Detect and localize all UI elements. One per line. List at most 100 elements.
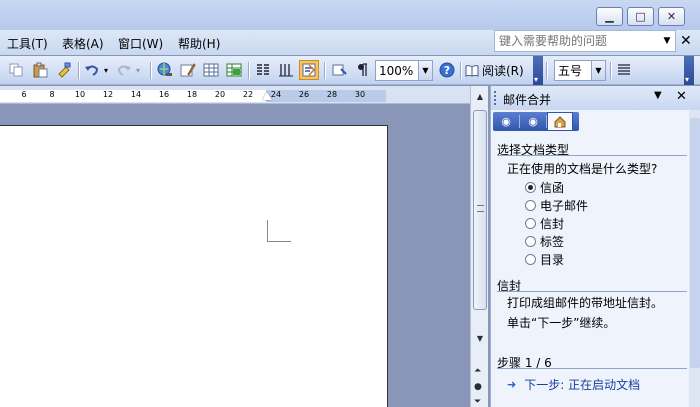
option-email[interactable]: 电子邮件	[525, 197, 588, 214]
minimize-icon: ▁	[605, 10, 614, 23]
tables-borders-icon[interactable]	[178, 60, 198, 80]
task-pane-menu-icon[interactable]: ▼	[654, 90, 662, 101]
read-button[interactable]: 阅读(R)	[465, 60, 524, 81]
option-directory[interactable]: 目录	[525, 251, 564, 268]
toolbar-options-icon[interactable]	[684, 56, 694, 85]
section-divider	[497, 291, 687, 292]
scroll-down-icon[interactable]: ▼	[472, 330, 488, 346]
book-icon	[465, 64, 479, 77]
radio[interactable]	[525, 218, 536, 229]
insert-excel-icon[interactable]	[224, 60, 244, 80]
ruler-tick-label: 24	[270, 90, 282, 99]
question-label: 正在使用的文档是什么类型?	[507, 162, 658, 176]
right-indent-marker[interactable]	[262, 92, 272, 100]
previous-page-icon[interactable]: ⏶	[474, 366, 481, 376]
next-page-icon[interactable]: ⏷	[474, 397, 481, 407]
formatting-toolbar: ▾ ▾ 100% ▼ ? 阅读(R) 五号 ▼	[0, 56, 700, 85]
ruler-tick-label: 12	[102, 90, 114, 99]
zoom-select[interactable]: 100% ▼	[375, 60, 433, 81]
document-close-icon[interactable]: ✕	[680, 33, 692, 49]
back-icon[interactable]: ◉	[493, 112, 519, 131]
columns-icon[interactable]	[253, 60, 273, 80]
ruler-tick-label: 18	[186, 90, 198, 99]
toolbar-options-icon[interactable]	[533, 56, 543, 85]
pilcrow-icon[interactable]	[352, 60, 372, 80]
radio[interactable]	[525, 200, 536, 211]
option-label: 信函	[540, 181, 565, 195]
grip-icon[interactable]	[494, 91, 496, 105]
scroll-up-icon[interactable]: ▲	[472, 88, 488, 104]
help-dropdown-icon[interactable]: ▼	[659, 31, 675, 51]
forward-icon[interactable]: ◉	[520, 112, 546, 131]
ruler-tick-label: 8	[49, 90, 55, 99]
radio-selected[interactable]	[525, 182, 536, 193]
zoom-dropdown-icon[interactable]: ▼	[418, 61, 432, 80]
ruler-tick-label: 20	[214, 90, 226, 99]
option-label: 标签	[540, 235, 565, 249]
task-pane-scrollbar[interactable]	[689, 110, 700, 407]
hyperlink-icon[interactable]	[155, 60, 175, 80]
undo-dropdown-icon[interactable]: ▾	[100, 60, 112, 80]
zoom-value: 100%	[379, 63, 414, 78]
show-hide-icon[interactable]	[329, 60, 349, 80]
toolbar-separator	[460, 62, 461, 79]
radio[interactable]	[525, 254, 536, 265]
ruler-tick-label: 26	[298, 90, 310, 99]
document-map-icon[interactable]	[299, 60, 319, 80]
hint-text: 单击“下一步”继续。	[507, 316, 616, 330]
redo-dropdown-icon[interactable]: ▾	[132, 60, 144, 80]
option-label-type[interactable]: 标签	[525, 233, 564, 250]
option-label: 信封	[540, 217, 565, 231]
ruler-tick-label: 10	[74, 90, 86, 99]
font-size-dropdown-icon[interactable]: ▼	[591, 61, 605, 80]
menu-table[interactable]: 表格(A)	[62, 35, 104, 52]
help-search-input[interactable]	[495, 31, 661, 51]
next-step-label: 下一步: 正在启动文档	[524, 378, 641, 392]
close-icon: ✕	[666, 10, 677, 23]
task-pane-header: 邮件合并 ▼ ✕	[491, 86, 700, 110]
maximize-button[interactable]: □	[627, 7, 654, 26]
document-page[interactable]	[0, 125, 388, 407]
section-divider	[497, 155, 687, 156]
help-search-box[interactable]: ▼	[494, 30, 676, 52]
svg-text:?: ?	[444, 64, 450, 77]
format-painter-icon[interactable]	[54, 60, 74, 80]
insert-table-icon[interactable]	[201, 60, 221, 80]
font-size-select[interactable]: 五号 ▼	[554, 60, 606, 81]
redo-icon[interactable]	[114, 60, 134, 80]
menu-tools[interactable]: 工具(T)	[7, 35, 48, 52]
font-size-value: 五号	[558, 64, 583, 78]
option-letter[interactable]: 信函	[525, 179, 564, 196]
scroll-thumb[interactable]	[473, 110, 487, 310]
align-left-icon[interactable]	[614, 60, 634, 80]
minimize-button[interactable]: ▁	[596, 7, 623, 26]
radio[interactable]	[525, 236, 536, 247]
help-icon[interactable]: ?	[437, 60, 457, 80]
undo-icon[interactable]	[82, 60, 102, 80]
task-pane-scroll-thumb[interactable]	[690, 118, 700, 368]
horizontal-ruler: 6 8 10 12 14 16 18 20 22 24 26 28 30	[0, 86, 470, 104]
drawing-icon[interactable]	[276, 60, 296, 80]
paste-icon[interactable]	[30, 60, 50, 80]
document-area	[0, 105, 470, 407]
toolbar-separator	[150, 62, 151, 79]
copy-icon[interactable]	[6, 60, 26, 80]
close-button[interactable]: ✕	[658, 7, 685, 26]
option-envelope[interactable]: 信封	[525, 215, 564, 232]
ruler-tick-label: 22	[242, 90, 254, 99]
text-boundary-mark	[267, 220, 291, 242]
menu-help[interactable]: 帮助(H)	[178, 35, 220, 52]
select-browse-object-icon[interactable]: ●	[474, 382, 482, 392]
vertical-scrollbar[interactable]: ▲ ▼ ⏶ ● ⏷	[470, 86, 488, 407]
section-divider	[497, 368, 687, 369]
next-step-link[interactable]: ➜ 下一步: 正在启动文档	[507, 376, 640, 393]
menu-window[interactable]: 窗口(W)	[118, 35, 163, 52]
read-button-label: 阅读(R)	[482, 64, 524, 78]
home-icon[interactable]	[547, 112, 573, 131]
task-pane-nav: ◉ ◉	[493, 112, 579, 131]
maximize-icon: □	[635, 10, 646, 23]
ruler-tick-label: 30	[354, 90, 366, 99]
description-text: 打印成组邮件的带地址信封。	[507, 296, 664, 310]
task-pane-close-icon[interactable]: ✕	[676, 89, 687, 104]
ruler-tick-label: 6	[21, 90, 27, 99]
